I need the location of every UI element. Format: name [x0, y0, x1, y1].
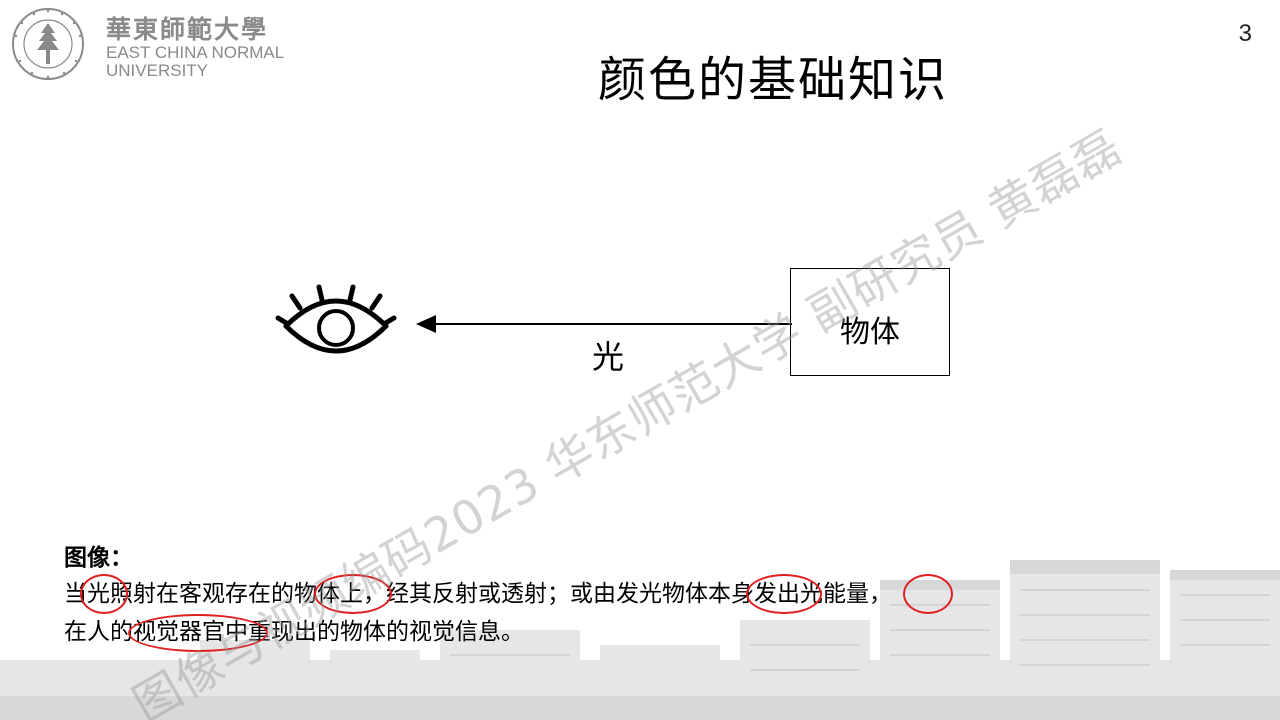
logo-english-line2: UNIVERSITY: [106, 61, 209, 80]
logo-english-line1: EAST CHINA NORMAL: [106, 43, 285, 62]
slide: 華東師範大學 EAST CHINA NORMAL UNIVERSITY 3 颜色…: [0, 0, 1280, 720]
logo-chinese-name: 華東師範大學: [106, 15, 269, 44]
highlight-ring-light-energy: [903, 574, 953, 614]
logo-english-name: EAST CHINA NORMAL UNIVERSITY: [106, 44, 284, 80]
highlight-ring-light: [80, 574, 128, 614]
eye-icon: [275, 284, 397, 354]
university-seal-icon: [12, 8, 84, 80]
section-heading: 图像：: [64, 545, 133, 571]
light-label: 光: [592, 338, 625, 376]
body-text-line: 当光照射在客观存在的物体上，经其反射或透射；或由发光物体本身发出光能量，: [64, 581, 892, 607]
page-number: 3: [1238, 20, 1252, 47]
highlight-ring-luminous-object: [746, 574, 822, 614]
university-logo: 華東師範大學 EAST CHINA NORMAL UNIVERSITY: [10, 6, 300, 82]
page-title: 颜色的基础知识: [598, 52, 949, 108]
